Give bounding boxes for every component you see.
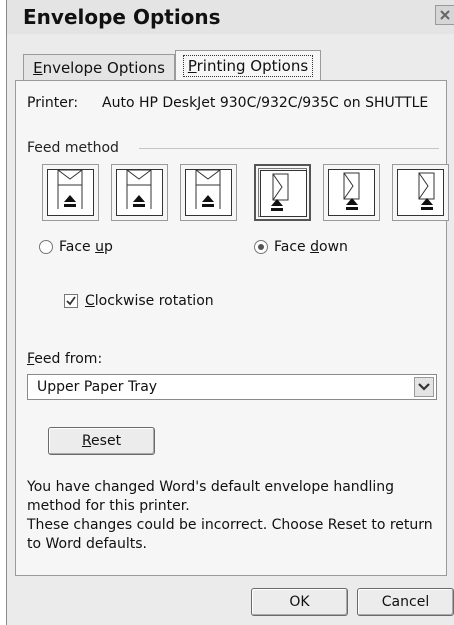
reset-button[interactable]: Reset xyxy=(48,427,155,455)
tab-mnemonic: P xyxy=(187,56,197,75)
ok-button[interactable]: OK xyxy=(251,588,348,616)
printing-options-panel: Printer: Auto HP DeskJet 930C/932C/935C … xyxy=(15,80,449,576)
tab-label: nvelope Options xyxy=(42,58,165,77)
dropdown-button[interactable] xyxy=(414,377,434,397)
radio-indicator[interactable] xyxy=(39,240,53,254)
feed-option-6[interactable] xyxy=(392,164,449,221)
feed-option-4[interactable] xyxy=(254,164,311,221)
envelope-feed-face-up-right-icon xyxy=(185,169,232,216)
info-message-line-1: You have changed Word's default envelope… xyxy=(27,479,395,514)
tab-label: rinting Options xyxy=(196,56,309,75)
title-bar: Envelope Options xyxy=(7,0,454,34)
radio-indicator[interactable] xyxy=(254,240,268,254)
face-down-radio[interactable]: Face down xyxy=(254,239,348,255)
close-icon xyxy=(440,10,450,20)
envelope-feed-face-down-center-icon xyxy=(328,169,375,216)
window-title: Envelope Options xyxy=(23,5,221,29)
face-up-radio[interactable]: Face up xyxy=(39,239,113,255)
info-message-line-2: These changes could be incorrect. Choose… xyxy=(27,517,433,552)
envelope-options-dialog: Envelope Options Envelope Options Printi… xyxy=(6,0,454,625)
tab-envelope-options[interactable]: Envelope Options xyxy=(23,54,175,80)
cancel-button[interactable]: Cancel xyxy=(357,588,454,616)
feed-from-value: Upper Paper Tray xyxy=(37,379,158,395)
clockwise-rotation-checkbox[interactable]: Clockwise rotation xyxy=(64,293,214,309)
face-down-label: Face down xyxy=(274,239,348,255)
clockwise-rotation-label: Clockwise rotation xyxy=(85,293,214,309)
feed-method-label: Feed method xyxy=(27,140,119,156)
feed-option-3[interactable] xyxy=(180,164,237,221)
printer-label: Printer: xyxy=(27,95,79,111)
face-up-label: Face up xyxy=(59,239,113,255)
envelope-feed-face-down-right-icon xyxy=(397,169,444,216)
envelope-feed-face-up-left-icon xyxy=(47,169,94,216)
checkmark-icon xyxy=(66,296,76,306)
feed-option-2[interactable] xyxy=(111,164,168,221)
printer-row: Printer: Auto HP DeskJet 930C/932C/935C … xyxy=(27,95,428,111)
tab-mnemonic: E xyxy=(33,58,43,77)
feed-method-divider xyxy=(139,148,439,149)
feed-option-5[interactable] xyxy=(323,164,380,221)
close-button[interactable] xyxy=(435,5,454,25)
feed-option-1[interactable] xyxy=(42,164,99,221)
reset-label: Reset xyxy=(81,433,122,449)
printer-value: Auto HP DeskJet 930C/932C/935C on SHUTTL… xyxy=(102,95,429,111)
chevron-down-icon xyxy=(418,383,430,391)
feed-from-label: Feed from: xyxy=(27,351,103,367)
envelope-feed-face-up-center-icon xyxy=(116,169,163,216)
envelope-feed-face-down-left-icon xyxy=(260,170,307,217)
checkbox-box[interactable] xyxy=(64,294,78,308)
feed-from-select[interactable]: Upper Paper Tray xyxy=(27,374,437,400)
info-message: You have changed Word's default envelope… xyxy=(27,478,437,554)
tab-printing-options[interactable]: Printing Options xyxy=(175,50,321,80)
